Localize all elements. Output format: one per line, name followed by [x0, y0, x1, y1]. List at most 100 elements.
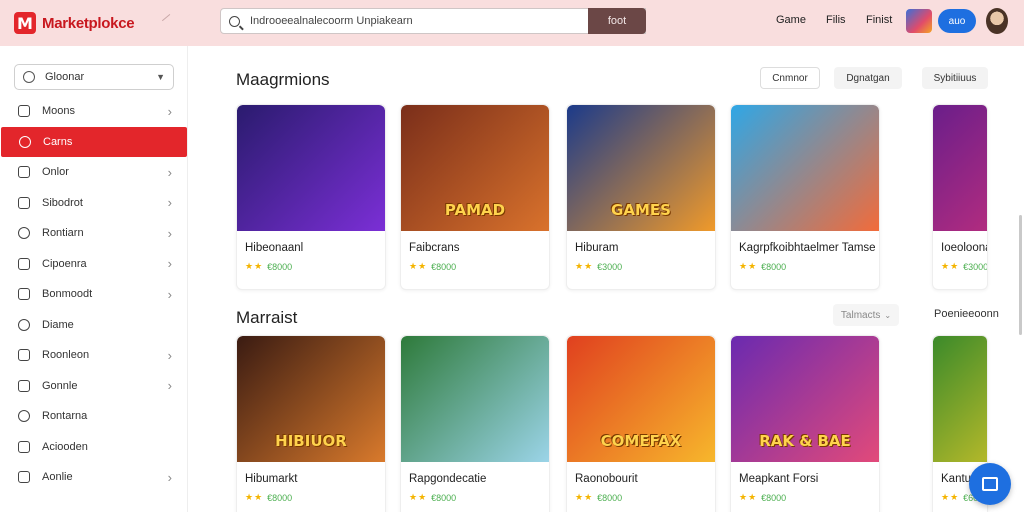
scrollbar[interactable] [1019, 215, 1022, 335]
product-meta: ★★ €8000 [245, 492, 292, 503]
product-price: €8000 [431, 492, 457, 503]
cart-icon[interactable] [906, 9, 932, 33]
product-thumbnail[interactable] [933, 105, 987, 231]
sidebar-item-12[interactable]: Aonlie › [0, 462, 188, 493]
product-name[interactable]: Kagrpfkoibhtaelmer Tamse [739, 242, 876, 254]
filter-chip-2[interactable]: Dgnatgan [834, 67, 902, 89]
header-link-filis[interactable]: Filis [826, 14, 846, 26]
product-art-text: Rea [933, 432, 987, 450]
star-icon: ★★ [739, 492, 758, 502]
sidebar-item-11[interactable]: Aciooden [0, 432, 188, 463]
product-art-text: HIBIUOR [275, 432, 347, 450]
sidebar-item-label: Sibodrot [42, 196, 83, 209]
nav-icon [18, 440, 30, 453]
section2-extra-link[interactable]: Poenieeoonn [934, 308, 999, 320]
chevron-right-icon: › [167, 286, 172, 302]
product-card[interactable]: Ioeoloona ★★ €3000 [932, 104, 988, 290]
product-name[interactable]: Rapgondecatie [409, 473, 486, 485]
logo-icon: M [14, 12, 36, 34]
sidebar-item-3[interactable]: Sibodrot › [0, 188, 188, 219]
header-link-game[interactable]: Game [776, 14, 806, 26]
product-thumbnail[interactable] [237, 105, 385, 231]
sidebar-item-4[interactable]: Rontiarn › [0, 218, 188, 249]
product-thumbnail[interactable]: RAK & BAE [731, 336, 879, 462]
product-name[interactable]: Raonobourit [575, 473, 638, 485]
product-thumbnail[interactable]: GAMES [567, 105, 715, 231]
product-card[interactable]: Rapgondecatie ★★ €8000 [400, 335, 550, 512]
sidebar-item-7[interactable]: Diame [0, 310, 188, 341]
section-title-1: Maagrmions [236, 70, 330, 89]
header-link-finist[interactable]: Finist [866, 14, 892, 26]
product-card[interactable]: COMEFAX Raonobourit ★★ €8000 [566, 335, 716, 512]
star-icon: ★★ [245, 492, 264, 502]
category-select[interactable]: Gloonar ▼ [14, 64, 174, 90]
avatar[interactable] [986, 8, 1008, 34]
sidebar-item-label: Carns [43, 135, 73, 148]
sidebar-item-label: Diame [42, 318, 74, 331]
sidebar-item-8[interactable]: Roonleon › [0, 340, 188, 371]
product-thumbnail[interactable]: PAMAD [401, 105, 549, 231]
nav-icon [18, 105, 30, 118]
chat-fab-button[interactable] [969, 463, 1011, 505]
search-input[interactable]: Indrooeealnalecoorm Unpiakearn [220, 8, 646, 34]
sidebar-item-6[interactable]: Bonmoodt › [0, 279, 188, 310]
product-name[interactable]: Ioeoloona [941, 242, 987, 254]
product-card[interactable]: Kagrpfkoibhtaelmer Tamse ★★ €8000 [730, 104, 880, 290]
product-art-text: GAMES [611, 201, 671, 219]
category-select-value: Gloonar [45, 71, 85, 83]
product-meta: ★★ €8000 [409, 492, 456, 503]
filter-chip-3[interactable]: Sybitiiuus [922, 67, 988, 89]
product-thumbnail[interactable] [731, 105, 879, 231]
product-thumbnail[interactable]: Rea [933, 336, 987, 462]
product-price: €8000 [267, 492, 293, 503]
nav-icon [18, 288, 30, 301]
product-card[interactable]: HIBIUOR Hibumarkt ★★ €8000 [236, 335, 386, 512]
product-card[interactable]: Hibeonaanl ★★ €8000 [236, 104, 386, 290]
product-name[interactable]: Meapkant Forsi [739, 473, 818, 485]
nav-icon [18, 257, 30, 270]
product-thumbnail[interactable]: COMEFAX [567, 336, 715, 462]
product-card[interactable]: RAK & BAE Meapkant Forsi ★★ €8000 [730, 335, 880, 512]
sort-select-value: Talmacts [840, 309, 881, 321]
product-name[interactable]: Hibumarkt [245, 473, 297, 485]
nav-icon [18, 318, 30, 331]
chevron-right-icon: › [167, 225, 172, 241]
product-name[interactable]: Hibeonaanl [245, 242, 303, 254]
search-button[interactable]: foot [588, 8, 646, 34]
filter-chip-1[interactable]: Cnmnor [760, 67, 820, 89]
sidebar-item-5[interactable]: Cipoenra › [0, 249, 188, 280]
sidebar-item-2[interactable]: Onlor › [0, 157, 188, 188]
nav-icon [18, 349, 30, 362]
search-icon [229, 15, 240, 27]
logo[interactable]: M Marketplokce [0, 0, 188, 46]
sidebar-item-1[interactable]: Carns [1, 126, 187, 157]
star-icon: ★★ [941, 261, 960, 271]
sidebar: M Marketplokce Gloonar ▼ Moons › Carns Onlo… [0, 0, 188, 512]
sidebar-item-10[interactable]: Rontarna [0, 401, 188, 432]
product-thumbnail[interactable] [401, 336, 549, 462]
product-name[interactable]: Kantu [941, 473, 971, 485]
collapse-icon[interactable] [161, 13, 177, 29]
nav-icon [18, 471, 30, 484]
chevron-right-icon: › [167, 347, 172, 363]
product-name[interactable]: Hiburam [575, 242, 618, 254]
nav-icon [18, 410, 30, 423]
product-price: €3000 [597, 261, 623, 272]
sort-select[interactable]: Talmacts ⌄ [833, 304, 899, 326]
product-meta: ★★ €8000 [739, 261, 786, 272]
product-name[interactable]: Faibcrans [409, 242, 460, 254]
account-button[interactable]: auo [938, 9, 976, 33]
sidebar-nav: Moons › Carns Onlor › Sibodrot › Rontiarn › Cipoe… [0, 96, 188, 493]
product-price: €8000 [431, 261, 457, 272]
sidebar-item-9[interactable]: Gonnle › [0, 371, 188, 402]
search-input-value: Indrooeealnalecoorm Unpiakearn [250, 15, 413, 27]
star-icon: ★★ [409, 261, 428, 271]
nav-icon [19, 135, 31, 148]
sidebar-item-0[interactable]: Moons › [0, 96, 188, 127]
product-thumbnail[interactable]: HIBIUOR [237, 336, 385, 462]
product-card[interactable]: GAMES Hiburam ★★ €3000 [566, 104, 716, 290]
nav-icon [18, 166, 30, 179]
chevron-right-icon: › [167, 164, 172, 180]
product-card[interactable]: PAMAD Faibcrans ★★ €8000 [400, 104, 550, 290]
product-price: €8000 [597, 492, 623, 503]
